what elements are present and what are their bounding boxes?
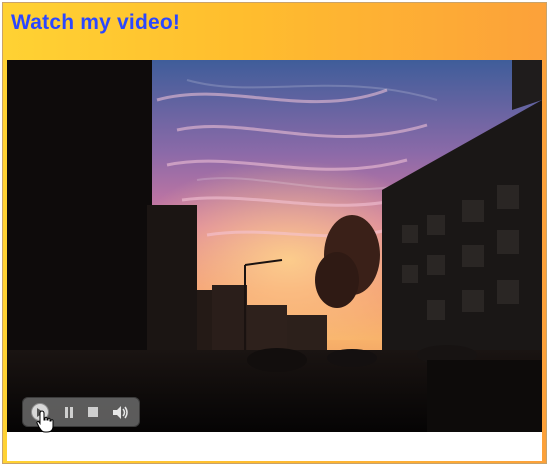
page-title: Watch my video! xyxy=(11,11,181,34)
volume-icon xyxy=(113,405,128,419)
play-button[interactable] xyxy=(28,397,52,427)
video-player[interactable] xyxy=(7,60,542,432)
video-frame-image xyxy=(7,60,542,432)
play-icon xyxy=(31,403,49,421)
stop-button[interactable] xyxy=(84,397,102,427)
stop-icon xyxy=(88,407,98,417)
page-footer xyxy=(7,432,542,461)
pause-button[interactable] xyxy=(60,397,78,427)
volume-button[interactable] xyxy=(108,397,134,427)
video-controls xyxy=(22,397,140,427)
pause-icon xyxy=(65,406,73,418)
